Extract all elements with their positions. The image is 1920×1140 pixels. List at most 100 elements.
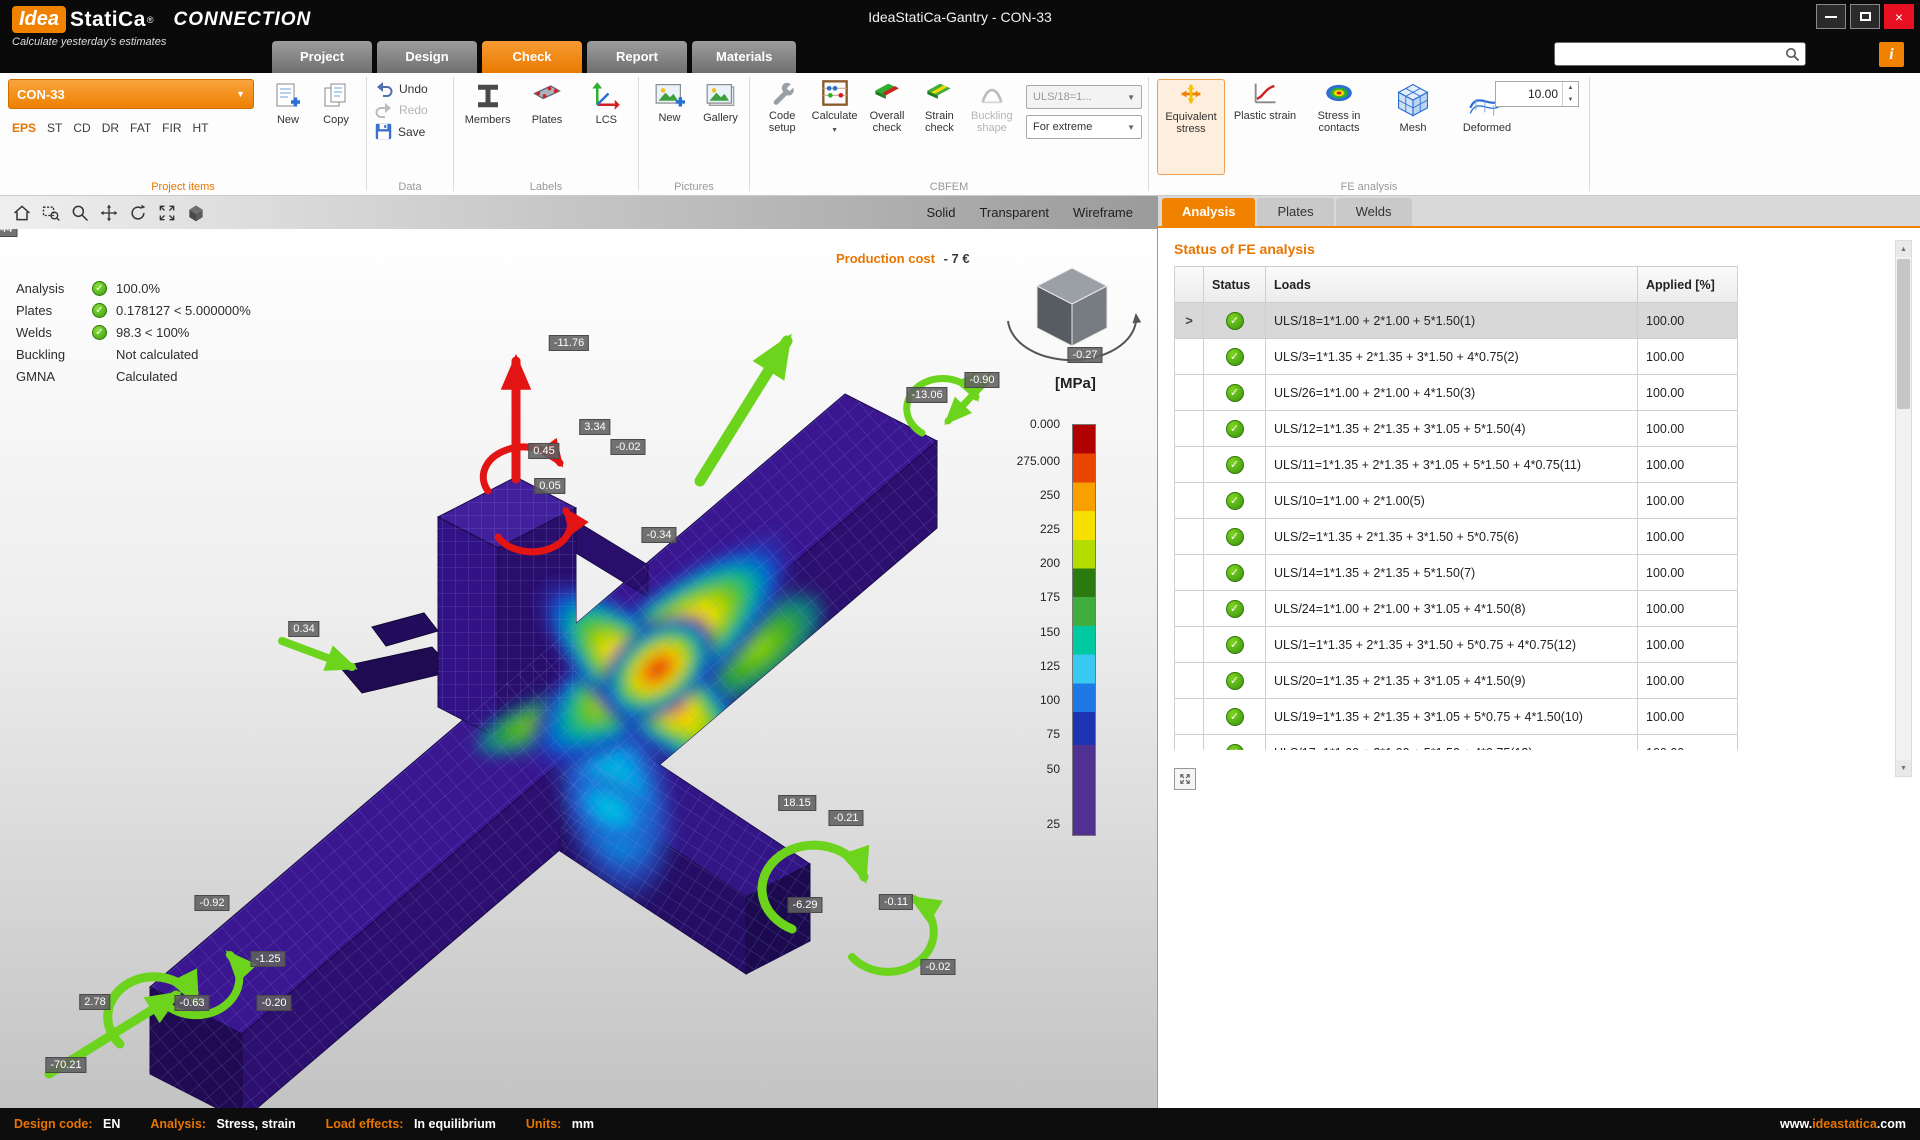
search-input[interactable] (1561, 44, 1785, 64)
load-case-row[interactable]: ✓ ULS/2=1*1.35 + 2*1.35 + 3*1.50 + 5*0.7… (1174, 519, 1740, 555)
labels-lcs-toggle[interactable]: LCS (581, 81, 632, 175)
expand-panel-button[interactable] (1174, 768, 1196, 790)
deformation-scale-spinner[interactable]: 10.00 ▲ ▼ (1495, 81, 1579, 107)
load-case-row[interactable]: ✓ ULS/19=1*1.35 + 2*1.35 + 3*1.05 + 5*0.… (1174, 699, 1740, 735)
status-column-header[interactable]: Status (1204, 266, 1266, 303)
minimize-button[interactable] (1816, 4, 1846, 29)
ribbon-tab[interactable]: Check (482, 41, 582, 73)
status-bar-item: Load effects: In equilibrium (326, 1117, 496, 1131)
ribbon-tab[interactable]: Design (377, 41, 477, 73)
results-tab[interactable]: Analysis (1162, 198, 1255, 226)
status-item-label: Design code: (14, 1117, 93, 1131)
analysis-mode-toggle[interactable]: HT (193, 121, 209, 135)
maximize-button[interactable] (1850, 4, 1880, 29)
render-mode-button[interactable]: Transparent (979, 205, 1049, 220)
plastic-strain-toggle[interactable]: Plastic strain (1231, 79, 1299, 175)
colorbar-ticks: 275.0002502252001751501251007550250.000 (952, 424, 1064, 836)
ribbon-tab[interactable]: Report (587, 41, 687, 73)
ribbon-tab[interactable]: Materials (692, 41, 796, 73)
status-ok-icon: ✓ (1226, 564, 1244, 582)
gallery-button[interactable]: Gallery (698, 81, 743, 175)
load-case-row[interactable]: ✓ ULS/12=1*1.35 + 2*1.35 + 3*1.05 + 5*1.… (1174, 411, 1740, 447)
load-case-row[interactable]: ✓ ULS/10=1*1.00 + 2*1.00(5) 100.00 (1174, 483, 1740, 519)
redo-button[interactable]: Redo (375, 102, 447, 118)
scroll-down-icon[interactable]: ▼ (1896, 760, 1911, 776)
copy-item-button[interactable]: Copy (312, 79, 360, 175)
isometric-view-button[interactable] (182, 199, 209, 226)
stress-in-contacts-toggle[interactable]: Stress in contacts (1305, 79, 1373, 175)
status-ok-icon: ✓ (1226, 528, 1244, 546)
close-button[interactable]: × (1884, 4, 1914, 29)
equivalent-stress-toggle[interactable]: Equivalent stress (1157, 79, 1225, 175)
pan-button[interactable] (95, 199, 122, 226)
zoom-fit-button[interactable] (153, 199, 180, 226)
deformed-label: Deformed (1463, 122, 1511, 134)
load-case-row[interactable]: ✓ ULS/14=1*1.35 + 2*1.35 + 5*1.50(7) 100… (1174, 555, 1740, 591)
loads-column-header[interactable]: Loads (1266, 266, 1638, 303)
applied-percent-cell: 100.00 (1638, 519, 1738, 555)
load-combination-dropdown[interactable]: ULS/18=1... ▼ (1026, 85, 1142, 109)
scroll-up-icon[interactable]: ▲ (1896, 241, 1911, 257)
analysis-mode-toggle[interactable]: EPS (12, 121, 36, 135)
overall-check-button[interactable]: Overall check (863, 79, 911, 175)
ribbon-tab[interactable]: Project (272, 41, 372, 73)
spin-up-icon[interactable]: ▲ (1563, 82, 1578, 94)
row-expander-icon[interactable]: > (1185, 313, 1193, 328)
home-view-button[interactable] (8, 199, 35, 226)
strain-check-button[interactable]: Strain check (915, 79, 963, 175)
overall-check-icon (873, 79, 901, 107)
gallery-icon (706, 81, 736, 109)
undo-button[interactable]: Undo (375, 81, 447, 97)
analysis-mode-toggle[interactable]: CD (73, 121, 90, 135)
check-name: GMNA (16, 369, 92, 384)
results-tab[interactable]: Welds (1336, 198, 1412, 226)
load-case-row[interactable]: > ✓ ULS/18=1*1.00 + 2*1.00 + 5*1.50(1) 1… (1174, 303, 1740, 339)
zoom-button[interactable] (66, 199, 93, 226)
connection-selector[interactable]: CON-33 ▼ (8, 79, 254, 109)
spin-down-icon[interactable]: ▼ (1563, 94, 1578, 106)
scroll-track[interactable] (1896, 257, 1911, 760)
render-mode-button[interactable]: Wireframe (1073, 205, 1133, 220)
analysis-mode-toggle[interactable]: FIR (162, 121, 181, 135)
code-setup-button[interactable]: Code setup (758, 79, 806, 175)
analysis-mode-toggle[interactable]: DR (102, 121, 119, 135)
analysis-mode-toggle[interactable]: FAT (130, 121, 151, 135)
calculate-dropdown-icon[interactable]: ▼ (831, 125, 838, 137)
load-case-row[interactable]: ✓ ULS/11=1*1.35 + 2*1.35 + 3*1.05 + 5*1.… (1174, 447, 1740, 483)
picture-new-button[interactable]: New (647, 81, 692, 175)
status-ok-icon: ✓ (1226, 312, 1244, 330)
info-button[interactable]: i (1879, 42, 1904, 67)
zoom-window-button[interactable] (37, 199, 64, 226)
rotate-view-button[interactable] (124, 199, 151, 226)
status-item-value: In equilibrium (414, 1117, 496, 1131)
status-ok-icon: ✓ (1226, 744, 1244, 751)
applied-column-header[interactable]: Applied [%] (1638, 266, 1738, 303)
labels-members-toggle[interactable]: Members (462, 81, 513, 175)
calculate-button[interactable]: Calculate ▼ (810, 79, 858, 175)
plates-label: Plates (532, 114, 563, 126)
analysis-mode-toggle[interactable]: ST (47, 121, 62, 135)
scroll-thumb[interactable] (1897, 259, 1910, 409)
results-tab[interactable]: Plates (1257, 198, 1333, 226)
load-case-row[interactable]: ✓ ULS/20=1*1.35 + 2*1.35 + 3*1.05 + 4*1.… (1174, 663, 1740, 699)
save-button[interactable]: Save (375, 123, 447, 140)
applied-percent-cell: 100.00 (1638, 447, 1738, 483)
website-link[interactable]: www.ideastatica.com (1780, 1117, 1906, 1131)
load-case-row[interactable]: ✓ ULS/26=1*1.00 + 2*1.00 + 4*1.50(3) 100… (1174, 375, 1740, 411)
labels-plates-toggle[interactable]: Plates (521, 81, 572, 175)
load-case-row[interactable]: ✓ ULS/17=1*1.00 + 2*1.00 + 5*1.50 + 4*0.… (1174, 735, 1740, 750)
equivalent-stress-label: Equivalent stress (1158, 111, 1224, 135)
search-icon[interactable] (1785, 47, 1800, 62)
extreme-filter-dropdown[interactable]: For extreme ▼ (1026, 115, 1142, 139)
navigation-cube[interactable] (1008, 268, 1136, 360)
status-bar-item: Design code: EN (14, 1117, 120, 1131)
viewport-canvas[interactable]: Analysis ✓ 100.0% Plates ✓ 0.178127 < 5.… (0, 229, 1157, 1108)
new-item-button[interactable]: New (264, 79, 312, 175)
load-case-row[interactable]: ✓ ULS/24=1*1.00 + 2*1.00 + 3*1.05 + 4*1.… (1174, 591, 1740, 627)
table-scrollbar[interactable]: ▲ ▼ (1895, 240, 1912, 777)
render-mode-button[interactable]: Solid (927, 205, 956, 220)
buckling-shape-button[interactable]: Buckling shape (968, 79, 1016, 175)
load-case-row[interactable]: ✓ ULS/3=1*1.35 + 2*1.35 + 3*1.50 + 4*0.7… (1174, 339, 1740, 375)
mesh-toggle[interactable]: Mesh (1379, 79, 1447, 175)
load-case-row[interactable]: ✓ ULS/1=1*1.35 + 2*1.35 + 3*1.50 + 5*0.7… (1174, 627, 1740, 663)
